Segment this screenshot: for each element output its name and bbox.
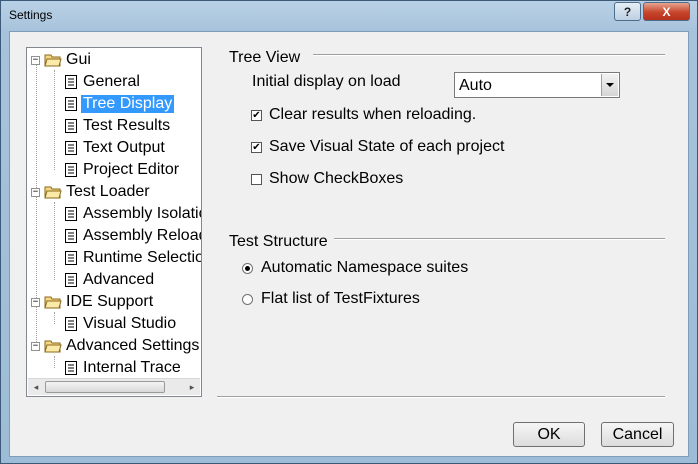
initial-display-select[interactable]: Auto xyxy=(454,72,620,98)
window-title: Settings xyxy=(9,8,53,22)
close-icon: X xyxy=(662,4,671,19)
tree-item-test-loader[interactable]: − Test Loader xyxy=(31,181,150,203)
open-folder-icon xyxy=(44,54,62,67)
page-icon xyxy=(65,119,77,133)
initial-display-label: Initial display on load xyxy=(252,73,401,90)
tree-item-runtime-selection[interactable]: Runtime Selection xyxy=(65,247,202,269)
open-folder-icon xyxy=(44,340,62,353)
save-visual-state-checkbox-row[interactable]: ✔ Save Visual State of each project xyxy=(251,138,504,156)
page-icon xyxy=(65,251,77,265)
tree-label: IDE Support xyxy=(66,293,154,310)
tree-item-text-output[interactable]: Text Output xyxy=(65,137,165,159)
tree-item-project-editor[interactable]: Project Editor xyxy=(65,159,179,181)
settings-tree[interactable]: − Gui General Tree Display Test Results … xyxy=(26,47,202,397)
clear-results-checkbox[interactable]: ✔ xyxy=(251,109,262,121)
radio-selected-dot xyxy=(245,265,250,271)
page-icon xyxy=(65,75,77,89)
page-icon xyxy=(65,207,77,221)
save-visual-state-label: Save Visual State of each project xyxy=(269,138,505,155)
close-button[interactable]: X xyxy=(643,2,690,21)
scrollbar-thumb[interactable] xyxy=(45,381,165,393)
select-value: Auto xyxy=(459,77,492,94)
tree-item-internal-trace[interactable]: Internal Trace xyxy=(65,357,181,379)
scroll-left-icon[interactable]: ◂ xyxy=(28,379,44,395)
tree-item-assembly-isolation[interactable]: Assembly Isolatio xyxy=(65,203,202,225)
tree-item-assembly-reload[interactable]: Assembly Reload xyxy=(65,225,202,247)
tree-item-advanced-settings[interactable]: − Advanced Settings xyxy=(31,335,199,357)
flat-list-radio-row[interactable]: Flat list of TestFixtures xyxy=(242,290,420,308)
save-visual-state-checkbox[interactable]: ✔ xyxy=(251,141,262,153)
tree-label: Internal Trace xyxy=(83,359,181,376)
show-checkboxes-checkbox-row[interactable]: Show CheckBoxes xyxy=(251,170,403,188)
collapse-icon[interactable]: − xyxy=(31,187,40,197)
section-divider xyxy=(334,238,665,240)
tree-label: Assembly Reload xyxy=(83,227,202,244)
tree-item-tree-display[interactable]: Tree Display xyxy=(65,93,175,115)
tree-label: Runtime Selection xyxy=(83,249,202,266)
title-bar[interactable]: Settings ? X xyxy=(1,1,697,31)
help-icon: ? xyxy=(623,4,632,19)
page-icon xyxy=(65,229,77,243)
tree-label: Visual Studio xyxy=(83,315,177,332)
flat-list-label: Flat list of TestFixtures xyxy=(261,290,420,307)
tree-label: General xyxy=(83,73,140,90)
open-folder-icon xyxy=(44,186,62,199)
show-checkboxes-checkbox[interactable] xyxy=(251,173,262,185)
scroll-right-icon[interactable]: ▸ xyxy=(184,379,200,395)
tree-label-selected: Tree Display xyxy=(81,95,175,113)
open-folder-icon xyxy=(44,296,62,309)
tree-connector xyxy=(54,356,55,368)
clear-results-checkbox-row[interactable]: ✔ Clear results when reloading. xyxy=(251,106,476,124)
page-icon xyxy=(65,163,77,177)
tree-horizontal-scrollbar[interactable]: ◂ ▸ xyxy=(28,378,200,395)
tree-item-visual-studio[interactable]: Visual Studio xyxy=(65,313,176,335)
tree-item-gui[interactable]: − Gui xyxy=(31,49,91,71)
collapse-icon[interactable]: − xyxy=(31,297,40,307)
tree-label: Test Loader xyxy=(66,183,150,200)
tree-label: Advanced Settings xyxy=(66,337,200,354)
tree-item-test-results[interactable]: Test Results xyxy=(65,115,170,137)
tree-item-ide-support[interactable]: − IDE Support xyxy=(31,291,153,313)
automatic-namespace-radio-row[interactable]: Automatic Namespace suites xyxy=(242,259,468,277)
tree-item-advanced[interactable]: Advanced xyxy=(65,269,154,291)
automatic-namespace-radio[interactable] xyxy=(242,262,253,274)
page-icon xyxy=(65,141,77,155)
help-button[interactable]: ? xyxy=(614,2,641,21)
tree-view-heading: Tree View xyxy=(229,49,301,66)
dropdown-button[interactable] xyxy=(601,74,618,96)
automatic-namespace-label: Automatic Namespace suites xyxy=(261,259,469,276)
collapse-icon[interactable]: − xyxy=(31,55,40,65)
tree-item-general[interactable]: General xyxy=(65,71,140,93)
test-structure-heading: Test Structure xyxy=(229,233,328,250)
page-icon xyxy=(65,361,77,375)
tree-label: Assembly Isolatio xyxy=(83,205,202,222)
footer-divider xyxy=(217,396,665,398)
tree-label: Advanced xyxy=(83,271,155,288)
tree-connector xyxy=(54,312,55,324)
chevron-down-icon xyxy=(606,83,614,87)
ok-button[interactable]: OK xyxy=(513,422,585,447)
clear-results-label: Clear results when reloading. xyxy=(269,106,477,123)
tree-connector xyxy=(54,70,55,170)
tree-label: Test Results xyxy=(83,117,171,134)
page-icon xyxy=(65,317,77,331)
collapse-icon[interactable]: − xyxy=(31,341,40,351)
flat-list-radio[interactable] xyxy=(242,293,253,305)
page-icon xyxy=(65,273,77,287)
settings-window: Settings ? X − Gui General Tree Display … xyxy=(0,0,698,464)
tree-connector xyxy=(54,202,55,280)
section-divider xyxy=(313,54,665,56)
tree-label: Text Output xyxy=(83,139,165,156)
page-icon xyxy=(65,97,77,111)
show-checkboxes-label: Show CheckBoxes xyxy=(269,170,404,187)
cancel-button[interactable]: Cancel xyxy=(601,422,674,447)
tree-label: Gui xyxy=(66,51,91,68)
dialog-body: − Gui General Tree Display Test Results … xyxy=(9,31,689,457)
tree-label: Project Editor xyxy=(83,161,180,178)
